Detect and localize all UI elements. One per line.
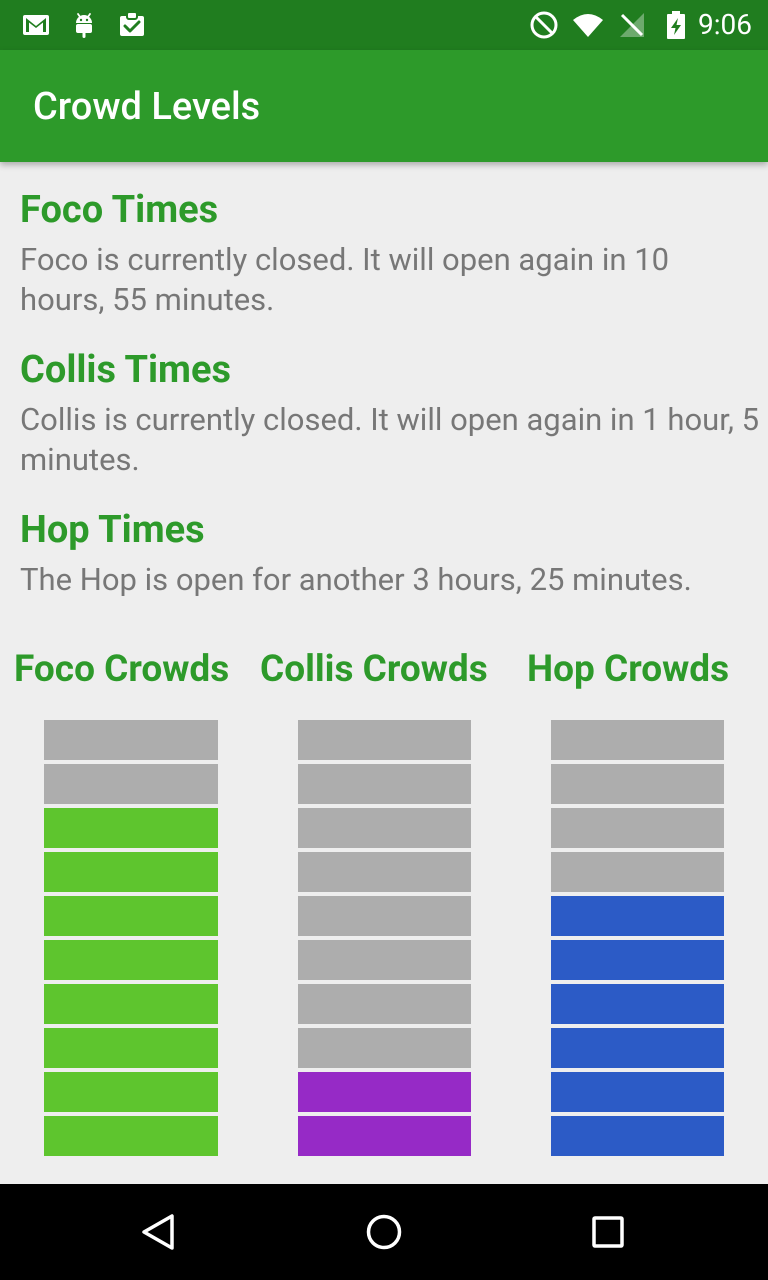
- crowd-level-segment: [298, 720, 471, 760]
- status-bar: 9:06: [0, 0, 768, 50]
- foco-crowd-meter: [44, 720, 218, 1156]
- crowd-level-segment: [298, 1072, 471, 1112]
- crowd-level-segment: [551, 852, 724, 892]
- crowd-level-segment: [44, 852, 218, 892]
- crowd-level-segment: [298, 940, 471, 980]
- crowd-level-segment: [44, 1072, 218, 1112]
- back-icon[interactable]: [136, 1208, 184, 1256]
- crowd-level-segment: [298, 852, 471, 892]
- app-title: Crowd Levels: [33, 85, 261, 129]
- crowd-level-segment: [298, 896, 471, 936]
- crowd-level-segment: [551, 984, 724, 1024]
- foco-crowds-heading: Foco Crowds: [14, 648, 230, 691]
- hop-times-status: The Hop is open for another 3 hours, 25 …: [20, 561, 692, 598]
- no-signal-icon: [620, 13, 644, 37]
- crowd-level-segment: [298, 764, 471, 804]
- crowd-level-segment: [44, 720, 218, 760]
- crowd-level-segment: [44, 896, 218, 936]
- app-bar: Crowd Levels: [0, 50, 768, 162]
- recents-icon[interactable]: [584, 1208, 632, 1256]
- crowd-level-segment: [44, 940, 218, 980]
- hop-crowds-heading: Hop Crowds: [527, 648, 730, 691]
- wifi-icon: [573, 14, 603, 37]
- foco-times-section: Foco Times Foco is currently closed. It …: [20, 188, 760, 320]
- home-icon[interactable]: [360, 1208, 408, 1256]
- crowd-level-segment: [44, 764, 218, 804]
- hop-crowd-meter: [551, 720, 724, 1156]
- crowd-level-segment: [44, 984, 218, 1024]
- crowd-level-segment: [551, 1028, 724, 1068]
- do-not-disturb-icon: [530, 11, 558, 39]
- status-clock: 9:06: [698, 8, 752, 41]
- collis-times-section: Collis Times Collis is currently closed.…: [20, 348, 760, 480]
- crowd-level-segment: [298, 1116, 471, 1156]
- crowd-level-segment: [44, 1116, 218, 1156]
- hop-times-section: Hop Times The Hop is open for another 3 …: [20, 508, 760, 600]
- battery-charging-icon: [667, 11, 685, 39]
- collis-times-heading: Collis Times: [20, 348, 232, 392]
- crowd-level-segment: [551, 1072, 724, 1112]
- crowd-level-segment: [298, 808, 471, 848]
- crowd-level-segment: [551, 1116, 724, 1156]
- crowd-level-segment: [551, 896, 724, 936]
- foco-times-heading: Foco Times: [20, 188, 219, 232]
- crowd-level-segment: [44, 1028, 218, 1068]
- android-icon: [76, 13, 92, 38]
- crowd-level-segment: [44, 808, 218, 848]
- hop-times-heading: Hop Times: [20, 508, 205, 552]
- crowd-level-segment: [551, 808, 724, 848]
- crowd-level-segment: [298, 984, 471, 1024]
- collis-crowds-heading: Collis Crowds: [260, 648, 488, 691]
- collis-crowd-meter: [298, 720, 471, 1156]
- collis-times-status: Collis is currently closed. It will open…: [20, 401, 760, 478]
- crowd-level-segment: [551, 940, 724, 980]
- gmail-icon: [23, 15, 49, 35]
- crowd-level-segment: [298, 1028, 471, 1068]
- foco-times-status: Foco is currently closed. It will open a…: [20, 241, 670, 318]
- crowd-level-segment: [551, 720, 724, 760]
- crowd-level-segment: [551, 764, 724, 804]
- navigation-bar: [0, 1184, 768, 1280]
- clipboard-check-icon: [120, 11, 144, 36]
- main-content: Foco Times Foco is currently closed. It …: [0, 162, 768, 1184]
